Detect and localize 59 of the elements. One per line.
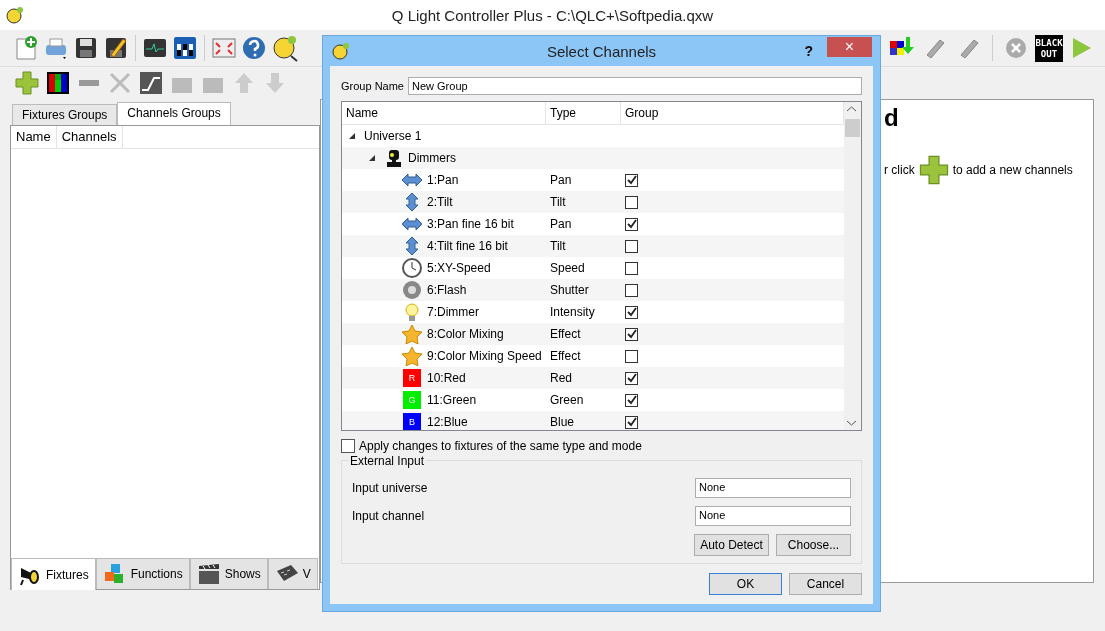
tab[interactable]: V — [267, 558, 318, 589]
input-field[interactable]: None — [695, 506, 851, 526]
tree-item[interactable]: 7:Dimmer — [427, 305, 479, 319]
channel-type: Red — [550, 371, 572, 385]
channel-type: Intensity — [550, 305, 595, 319]
tree-item[interactable]: Universe 1 — [364, 129, 422, 143]
tree-item[interactable]: 9:Color Mixing Speed — [427, 349, 542, 363]
tree-item[interactable]: Dimmers — [408, 151, 456, 165]
help-text: r click — [884, 163, 915, 177]
field-label: Group Name — [341, 80, 404, 92]
dialog-button[interactable]: Choose... — [776, 534, 851, 556]
color-swatch: R — [403, 369, 421, 387]
tab[interactable]: Fixtures Groups — [12, 104, 118, 125]
dialog-button[interactable]: Cancel — [789, 573, 862, 595]
channel-type: Green — [550, 393, 584, 407]
tab[interactable]: Fixtures — [11, 558, 96, 590]
channel-type: Blue — [550, 415, 575, 429]
channel-type: Speed — [550, 261, 585, 275]
tree-item[interactable]: 3:Pan fine 16 bit — [427, 217, 514, 231]
window-title: Q Light Controller Plus - C:\QLC+\Softpedia.qxw — [391, 6, 714, 24]
group-name-field[interactable]: New Group — [408, 77, 862, 95]
color-swatch: B — [403, 413, 421, 430]
checkbox-label: Apply changes to fixtures of the same type and mode — [359, 439, 642, 453]
tree-item[interactable]: 12:Blue — [427, 415, 468, 429]
tree-item[interactable]: 4:Tilt fine 16 bit — [427, 239, 508, 253]
color-swatch: G — [403, 391, 421, 409]
field-label: Input channel — [352, 509, 425, 523]
help-text: to add a new channels — [952, 163, 1073, 177]
field-label: Input universe — [352, 481, 428, 495]
tree-item[interactable]: 1:Pan — [427, 173, 459, 187]
channel-type: Effect — [550, 327, 581, 341]
column-header[interactable]: Name — [342, 102, 546, 124]
channel-type: Tilt — [550, 239, 566, 253]
help-button[interactable]: ? — [804, 43, 813, 59]
blackout-button[interactable]: BLACK OUT — [1035, 34, 1063, 62]
dialog-button[interactable]: OK — [709, 573, 782, 595]
tree-item[interactable]: 5:XY-Speed — [427, 261, 491, 275]
help-heading: d — [884, 104, 900, 132]
tab[interactable]: Functions — [95, 558, 190, 589]
tree-item[interactable]: 6:Flash — [427, 283, 467, 297]
channel-type: Tilt — [550, 195, 566, 209]
column-header[interactable]: Name — [11, 126, 57, 148]
dialog-button[interactable]: Auto Detect — [694, 534, 769, 556]
tree-item[interactable]: 2:Tilt — [427, 195, 453, 209]
dialog-title: Select Channels — [546, 42, 657, 60]
tree-item[interactable]: 11:Green — [427, 393, 477, 407]
tree-item[interactable]: 8:Color Mixing — [427, 327, 504, 341]
close-button[interactable]: × — [827, 37, 872, 57]
input-field[interactable]: None — [695, 478, 851, 498]
column-header[interactable]: Type — [546, 102, 621, 124]
tab[interactable]: Channels Groups — [117, 102, 231, 125]
group-title: External Input — [348, 454, 427, 468]
column-header[interactable]: Channels — [56, 126, 123, 148]
channel-type: Effect — [550, 349, 581, 363]
channel-type: Shutter — [550, 283, 589, 297]
tab[interactable]: Shows — [189, 558, 268, 589]
tree-item[interactable]: 10:Red — [427, 371, 466, 385]
channel-type: Pan — [550, 217, 572, 231]
channel-type: Pan — [550, 173, 572, 187]
